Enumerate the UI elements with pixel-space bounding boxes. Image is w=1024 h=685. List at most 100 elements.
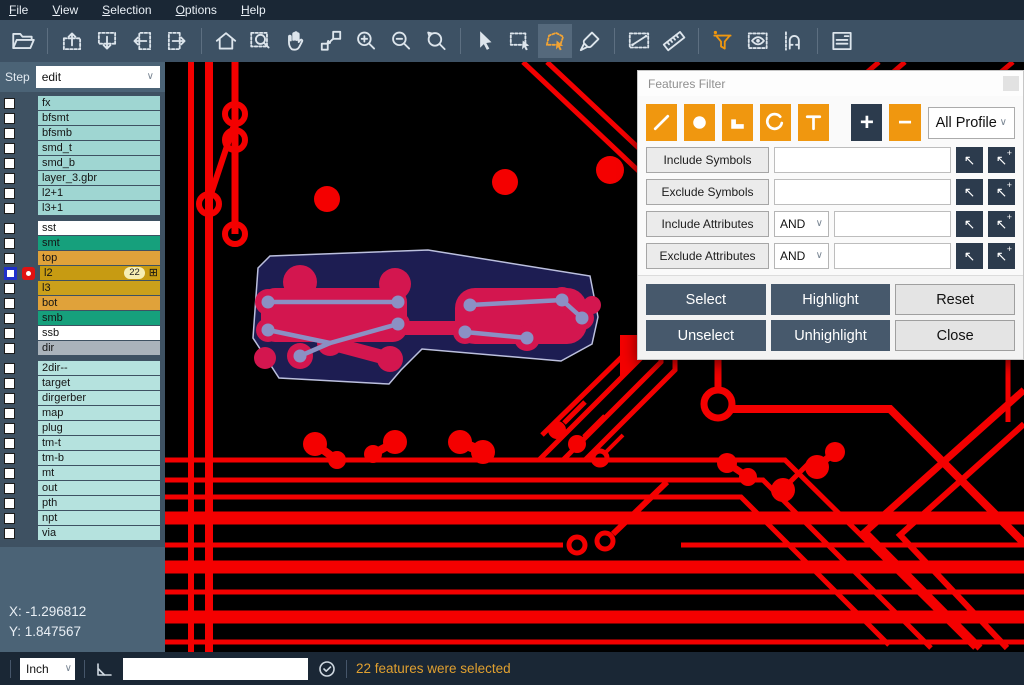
- dialog-close-button[interactable]: [1003, 76, 1019, 91]
- layer-visibility-checkbox[interactable]: [4, 128, 15, 139]
- snap-button[interactable]: [776, 24, 810, 58]
- layer-row-fx[interactable]: fx: [0, 96, 165, 110]
- layer-row-target[interactable]: target: [0, 376, 165, 390]
- display-eye-button[interactable]: [741, 24, 775, 58]
- layer-name[interactable]: 2dir--: [38, 361, 160, 375]
- pan-right-button[interactable]: [160, 24, 194, 58]
- layer-name[interactable]: top: [38, 251, 160, 265]
- layer-row-top[interactable]: top: [0, 251, 165, 265]
- layer-row-plug[interactable]: plug: [0, 421, 165, 435]
- pick-attribute-button[interactable]: ↖: [956, 211, 983, 237]
- layer-row-mt[interactable]: mt: [0, 466, 165, 480]
- layer-row-dirgerber[interactable]: dirgerber: [0, 391, 165, 405]
- reset-button[interactable]: Reset: [895, 284, 1015, 315]
- layer-name[interactable]: pth: [38, 496, 160, 510]
- layer-visibility-checkbox[interactable]: [4, 468, 15, 479]
- layer-visibility-checkbox[interactable]: [4, 188, 15, 199]
- pan-up-button[interactable]: [55, 24, 89, 58]
- layer-visibility-checkbox[interactable]: [4, 253, 15, 264]
- select-button[interactable]: Select: [646, 284, 766, 315]
- pick-add-attribute-button[interactable]: ↖+: [988, 243, 1015, 269]
- exclude-symbols-button[interactable]: Exclude Symbols: [646, 179, 769, 205]
- layer-name[interactable]: l222⊞: [40, 266, 160, 280]
- command-input[interactable]: [123, 658, 308, 680]
- layer-row-smd_t[interactable]: smd_t: [0, 141, 165, 155]
- layer-visibility-checkbox[interactable]: [4, 143, 15, 154]
- layer-visibility-checkbox[interactable]: [4, 203, 15, 214]
- text-feature-button[interactable]: [798, 104, 829, 141]
- layer-name[interactable]: dirgerber: [38, 391, 160, 405]
- rectangle-select-button[interactable]: [503, 24, 537, 58]
- include-symbols-input[interactable]: [774, 147, 951, 173]
- layer-visibility-checkbox[interactable]: [4, 513, 15, 524]
- layer-visibility-checkbox[interactable]: [4, 408, 15, 419]
- pan-hand-button[interactable]: [279, 24, 313, 58]
- layer-name[interactable]: target: [38, 376, 160, 390]
- layer-visibility-checkbox[interactable]: [4, 423, 15, 434]
- clear-brush-button[interactable]: [573, 24, 607, 58]
- layer-name[interactable]: dir: [38, 341, 160, 355]
- layer-visibility-checkbox[interactable]: [4, 98, 15, 109]
- surface-feature-button[interactable]: [722, 104, 753, 141]
- layer-name[interactable]: sst: [38, 221, 160, 235]
- layer-row-out[interactable]: out: [0, 481, 165, 495]
- layer-visibility-checkbox[interactable]: [4, 498, 15, 509]
- layer-name[interactable]: npt: [38, 511, 160, 525]
- exclude-symbols-input[interactable]: [774, 179, 951, 205]
- include-symbols-button[interactable]: Include Symbols: [646, 147, 769, 173]
- layer-visibility-checkbox[interactable]: [4, 528, 15, 539]
- layer-name[interactable]: smt: [38, 236, 160, 250]
- layer-row-l2[interactable]: l222⊞: [0, 266, 165, 280]
- layer-name[interactable]: via: [38, 526, 160, 540]
- layer-row-layer_3.gbr[interactable]: layer_3.gbr: [0, 171, 165, 185]
- layer-row-via[interactable]: via: [0, 526, 165, 540]
- layer-row-bfsmb[interactable]: bfsmb: [0, 126, 165, 140]
- layer-visibility-checkbox[interactable]: [4, 343, 15, 354]
- layer-name[interactable]: tm-b: [38, 451, 160, 465]
- layer-visibility-checkbox[interactable]: [4, 453, 15, 464]
- zoom-reset-button[interactable]: [419, 24, 453, 58]
- pointer-select-button[interactable]: [468, 24, 502, 58]
- arc-feature-button[interactable]: [760, 104, 791, 141]
- menu-file[interactable]: File: [9, 3, 28, 17]
- dialog-title-bar[interactable]: Features Filter: [638, 71, 1023, 96]
- transform-button[interactable]: [314, 24, 348, 58]
- layer-row-l3+1[interactable]: l3+1: [0, 201, 165, 215]
- pick-add-attribute-button[interactable]: ↖+: [988, 211, 1015, 237]
- layer-visibility-checkbox[interactable]: [4, 173, 15, 184]
- menu-selection[interactable]: Selection: [102, 3, 151, 17]
- pan-left-button[interactable]: [125, 24, 159, 58]
- layer-row-tm-t[interactable]: tm-t: [0, 436, 165, 450]
- layer-name[interactable]: plug: [38, 421, 160, 435]
- zoom-window-button[interactable]: [244, 24, 278, 58]
- layer-row-ssb[interactable]: ssb: [0, 326, 165, 340]
- include-attributes-input[interactable]: [834, 211, 951, 237]
- unselect-button[interactable]: Unselect: [646, 320, 766, 351]
- layer-row-2dir--[interactable]: 2dir--: [0, 361, 165, 375]
- include-attributes-button[interactable]: Include Attributes: [646, 211, 769, 237]
- layer-name[interactable]: bfsmb: [38, 126, 160, 140]
- highlight-button[interactable]: Highlight: [771, 284, 891, 315]
- layer-name[interactable]: smd_t: [38, 141, 160, 155]
- layer-visibility-checkbox[interactable]: [4, 313, 15, 324]
- layer-row-smb[interactable]: smb: [0, 311, 165, 325]
- layer-row-l3[interactable]: l3: [0, 281, 165, 295]
- close-button[interactable]: Close: [895, 320, 1015, 351]
- layer-name[interactable]: layer_3.gbr: [38, 171, 160, 185]
- zoom-in-button[interactable]: [349, 24, 383, 58]
- layer-visibility-checkbox[interactable]: [4, 393, 15, 404]
- features-filter-button[interactable]: [706, 24, 740, 58]
- layer-name[interactable]: tm-t: [38, 436, 160, 450]
- ruler-button[interactable]: [657, 24, 691, 58]
- layer-name[interactable]: smd_b: [38, 156, 160, 170]
- layer-visibility-checkbox[interactable]: [4, 378, 15, 389]
- pick-symbol-button[interactable]: ↖: [956, 179, 983, 205]
- layer-row-bot[interactable]: bot: [0, 296, 165, 310]
- layer-visibility-checkbox[interactable]: [4, 298, 15, 309]
- layer-name[interactable]: bot: [38, 296, 160, 310]
- layer-visibility-checkbox[interactable]: [4, 158, 15, 169]
- exclude-attributes-input[interactable]: [834, 243, 951, 269]
- layer-name[interactable]: out: [38, 481, 160, 495]
- add-mode-button[interactable]: +: [851, 104, 882, 141]
- exclude-attributes-logic-select[interactable]: AND ∨: [774, 243, 829, 269]
